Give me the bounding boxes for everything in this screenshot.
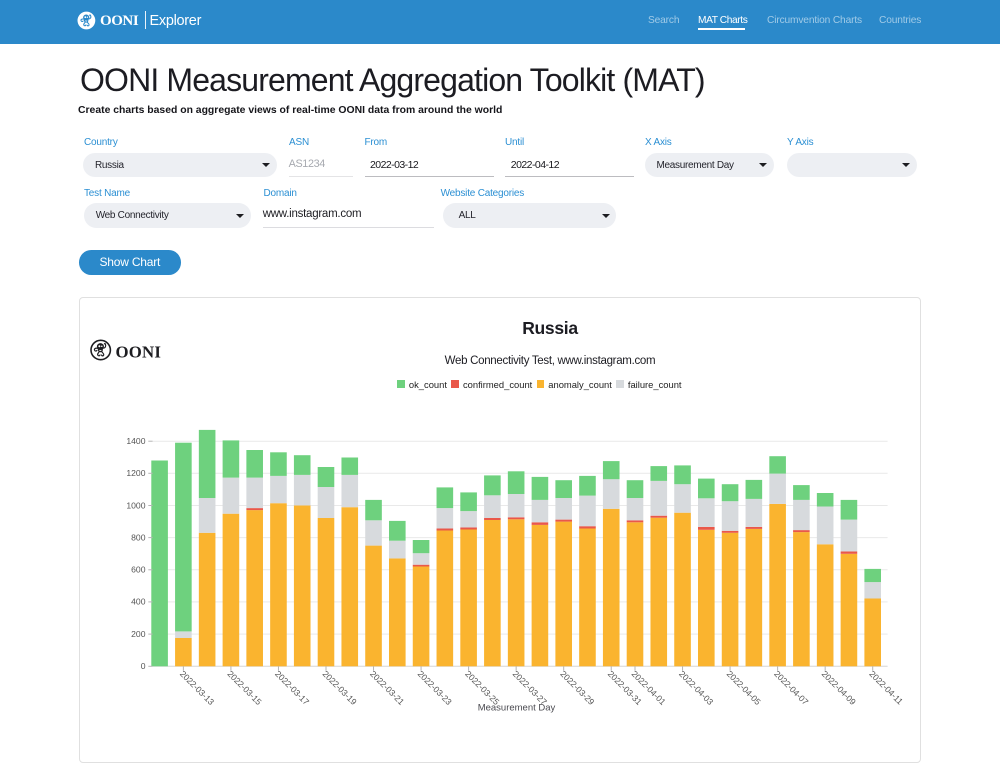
svg-text:2022-03-29: 2022-03-29 xyxy=(558,669,596,707)
svg-text:2022-03-21: 2022-03-21 xyxy=(368,669,406,707)
svg-text:600: 600 xyxy=(131,565,146,575)
svg-text:2022-03-15: 2022-03-15 xyxy=(225,669,263,707)
svg-text:400: 400 xyxy=(131,597,146,607)
svg-text:1400: 1400 xyxy=(126,436,145,446)
svg-text:1200: 1200 xyxy=(126,468,145,478)
svg-text:2022-03-17: 2022-03-17 xyxy=(273,669,311,707)
svg-text:2022-03-25: 2022-03-25 xyxy=(463,669,501,707)
svg-text:2022-03-13: 2022-03-13 xyxy=(178,669,216,707)
svg-text:800: 800 xyxy=(131,532,146,542)
svg-text:2022-04-11: 2022-04-11 xyxy=(867,669,905,707)
svg-text:200: 200 xyxy=(131,629,146,639)
svg-text:2022-04-03: 2022-04-03 xyxy=(677,669,715,707)
svg-text:2022-04-05: 2022-04-05 xyxy=(725,669,763,707)
svg-text:2022-03-27: 2022-03-27 xyxy=(511,669,549,707)
svg-text:Measurement Day: Measurement Day xyxy=(478,703,556,714)
svg-text:2022-04-09: 2022-04-09 xyxy=(820,669,858,707)
svg-text:2022-03-19: 2022-03-19 xyxy=(321,669,359,707)
svg-text:2022-04-07: 2022-04-07 xyxy=(772,669,810,707)
svg-text:1000: 1000 xyxy=(126,500,145,510)
svg-text:0: 0 xyxy=(141,661,146,671)
svg-text:2022-03-23: 2022-03-23 xyxy=(416,669,454,707)
